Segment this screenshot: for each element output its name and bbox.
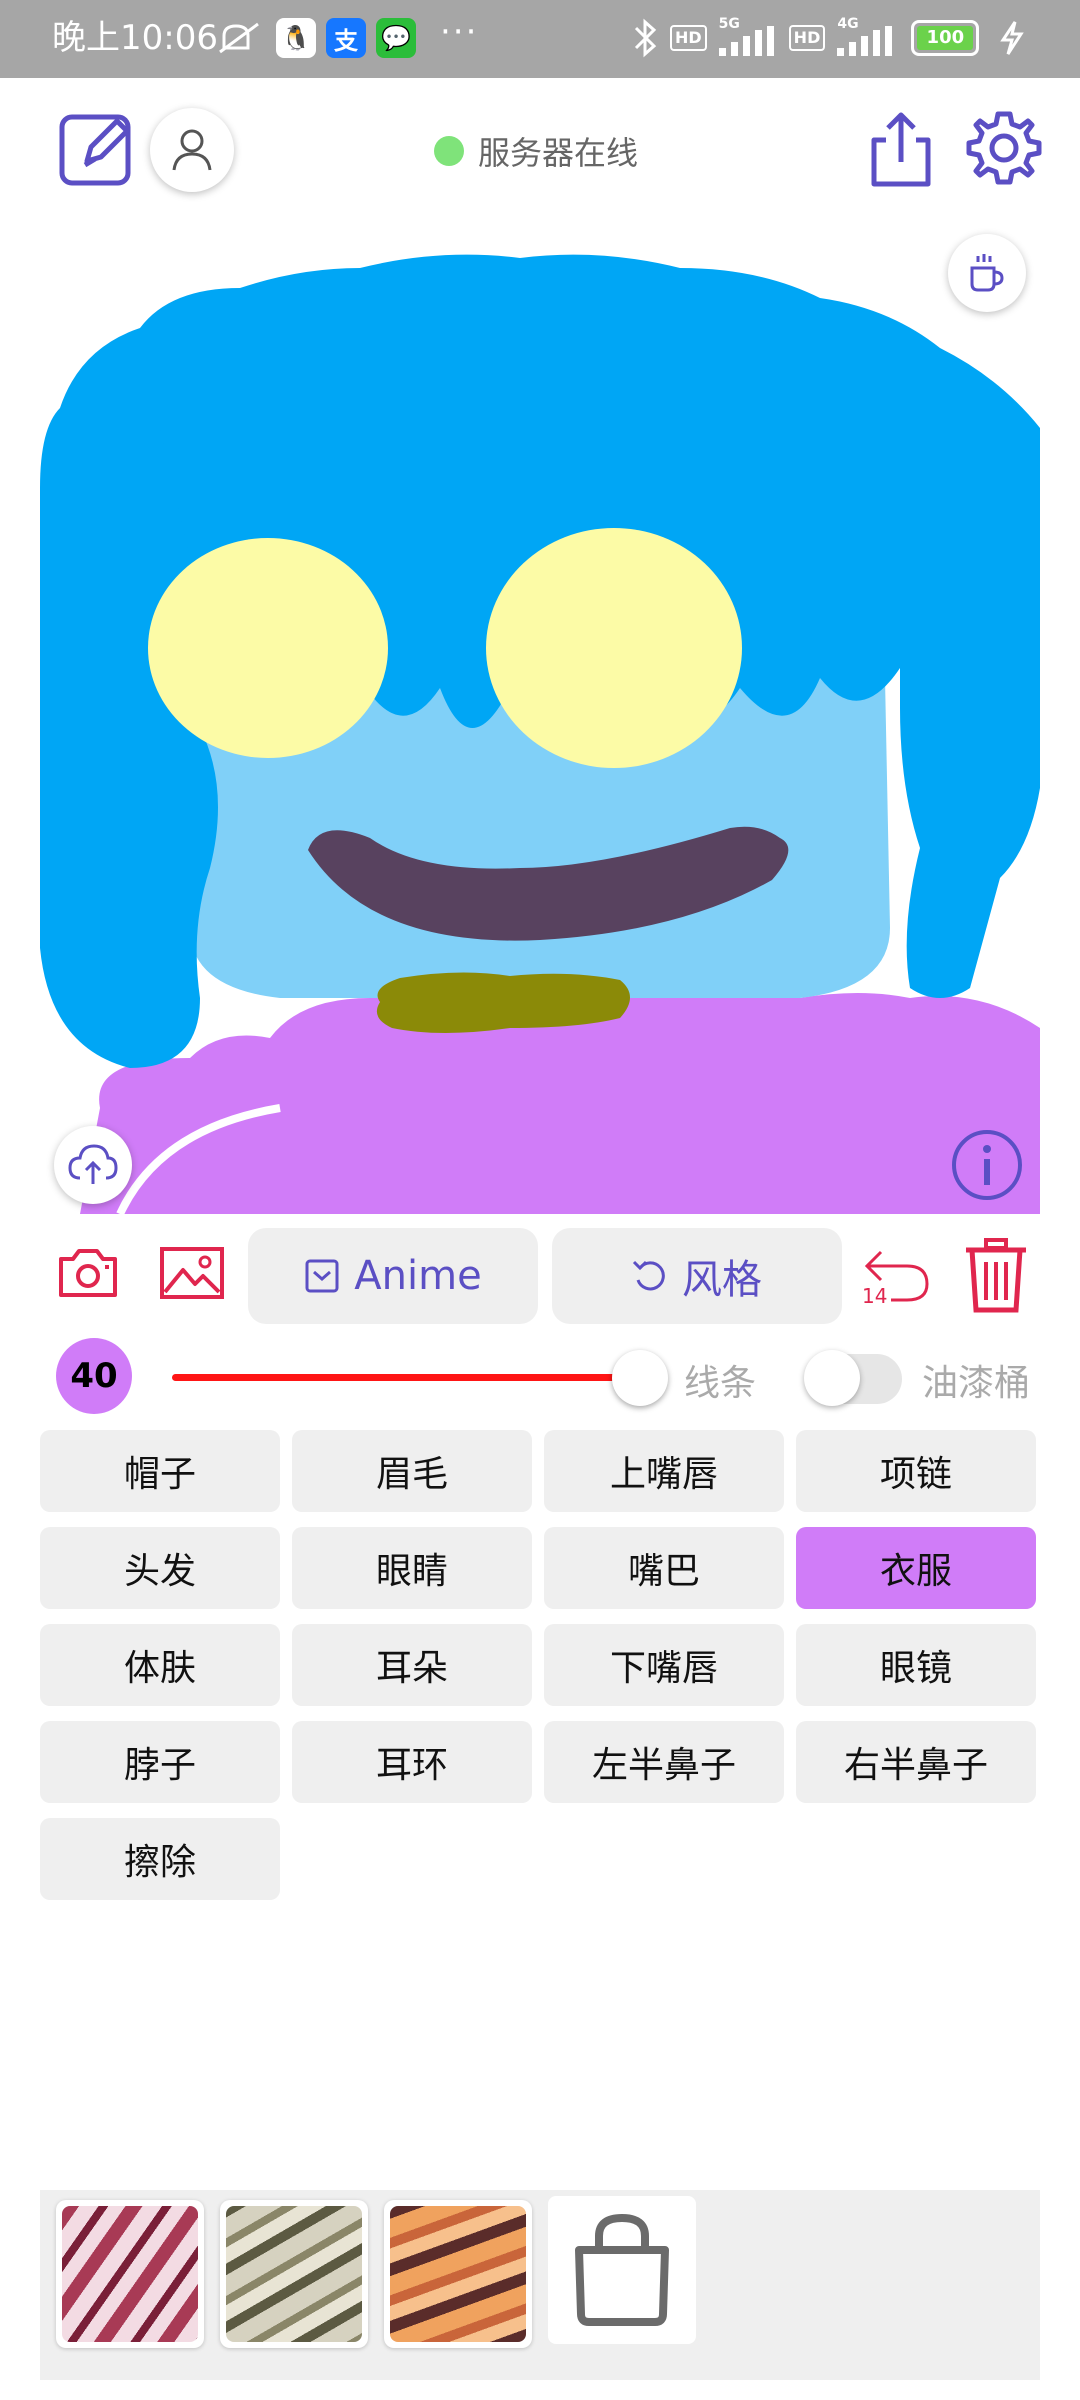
undo-count: 14: [862, 1284, 888, 1308]
qq-icon: 🐧: [276, 18, 316, 58]
info-button[interactable]: [948, 1126, 1026, 1204]
cloud-upload-icon: [68, 1144, 118, 1184]
model-select-button[interactable]: Anime: [248, 1228, 538, 1324]
hd-badge-2: HD: [788, 25, 826, 51]
wechat-icon: 💬: [376, 18, 416, 58]
part-button-mouth[interactable]: 嘴巴: [544, 1527, 784, 1609]
face-part-grid: 帽子 眉毛 上嘴唇 项链 头发 眼睛 嘴巴 衣服 体肤 耳朵 下嘴唇 眼镜 脖子…: [40, 1430, 1040, 1900]
system-indicators: HD 5G HD 4G 100: [632, 16, 1027, 60]
more-notifications-icon: ···: [440, 12, 479, 52]
undo-button[interactable]: 14: [858, 1238, 934, 1310]
user-profile-button[interactable]: [150, 108, 234, 192]
brush-size-slider-thumb[interactable]: [612, 1350, 668, 1406]
server-status: 服务器在线: [434, 128, 638, 174]
clear-canvas-button[interactable]: [960, 1236, 1032, 1316]
status-bar: 晚上10:06 🐧 支 💬 ··· HD 5G HD 4G 100: [0, 0, 1080, 78]
info-icon: [952, 1130, 1022, 1200]
part-button-necklace[interactable]: 项链: [796, 1430, 1036, 1512]
new-drawing-button[interactable]: [56, 108, 138, 190]
mute-icon: [219, 22, 259, 54]
edit-icon: [59, 114, 131, 186]
model-label: Anime: [354, 1253, 482, 1299]
checkbox-icon: [305, 1259, 339, 1293]
user-icon: [172, 129, 212, 171]
hd-badge-1: HD: [670, 25, 707, 51]
gallery-button[interactable]: [158, 1244, 226, 1302]
part-button-skin[interactable]: 体肤: [40, 1624, 280, 1706]
coffee-cup-icon: [970, 254, 1004, 292]
camera-icon: [59, 1249, 117, 1297]
image-icon: [160, 1247, 224, 1299]
part-button-hat[interactable]: 帽子: [40, 1430, 280, 1512]
texture-thumbnail-1[interactable]: [56, 2200, 204, 2348]
part-button-left-nose[interactable]: 左半鼻子: [544, 1721, 784, 1803]
drawing-canvas[interactable]: [40, 228, 1040, 1214]
brush-size-slider-track[interactable]: [172, 1374, 622, 1381]
server-status-dot: [434, 136, 464, 166]
share-icon: [871, 112, 931, 187]
bluetooth-icon: [634, 18, 657, 58]
part-button-eyes[interactable]: 眼睛: [292, 1527, 532, 1609]
texture-thumbnail-3[interactable]: [384, 2200, 532, 2348]
part-button-right-nose[interactable]: 右半鼻子: [796, 1721, 1036, 1803]
texture-thumbnail-2[interactable]: [220, 2200, 368, 2348]
part-button-glasses[interactable]: 眼镜: [796, 1624, 1036, 1706]
gear-icon: [966, 111, 1042, 185]
part-button-erase[interactable]: 擦除: [40, 1818, 280, 1900]
camera-button[interactable]: [56, 1242, 120, 1302]
part-button-lower-lip[interactable]: 下嘴唇: [544, 1624, 784, 1706]
paint-bucket-toggle-thumb[interactable]: [804, 1350, 860, 1406]
battery-icon: 100: [911, 20, 980, 56]
shopping-bag-icon: [575, 2213, 669, 2326]
server-status-label: 服务器在线: [478, 134, 639, 172]
share-button[interactable]: [862, 108, 940, 192]
status-time: 晚上10:06: [52, 18, 218, 58]
upload-cloud-button[interactable]: [54, 1126, 132, 1204]
sketch-drawing: [40, 254, 1040, 1214]
charging-icon: [1000, 21, 1025, 55]
part-button-neck[interactable]: 脖子: [40, 1721, 280, 1803]
part-button-clothes[interactable]: 衣服: [796, 1527, 1036, 1609]
brush-size-badge: 40: [56, 1338, 132, 1414]
shop-button[interactable]: [548, 2196, 696, 2344]
part-button-hair[interactable]: 头发: [40, 1527, 280, 1609]
coffee-button[interactable]: [948, 234, 1026, 312]
part-button-earrings[interactable]: 耳环: [292, 1721, 532, 1803]
paint-bucket-label: 油漆桶: [922, 1363, 1031, 1404]
signal-4g-icon: 4G: [833, 16, 897, 58]
style-button[interactable]: 风格: [552, 1228, 842, 1324]
style-label: 风格: [682, 1257, 762, 1303]
trash-icon: [966, 1238, 1026, 1313]
part-button-upper-lip[interactable]: 上嘴唇: [544, 1430, 784, 1512]
part-button-ears[interactable]: 耳朵: [292, 1624, 532, 1706]
settings-button[interactable]: [962, 106, 1046, 190]
alipay-icon: 支: [326, 18, 366, 58]
rotate-icon: [632, 1260, 665, 1291]
signal-5g-icon: 5G: [715, 16, 779, 58]
lines-mode-label: 线条: [684, 1363, 757, 1404]
part-button-eyebrows[interactable]: 眉毛: [292, 1430, 532, 1512]
